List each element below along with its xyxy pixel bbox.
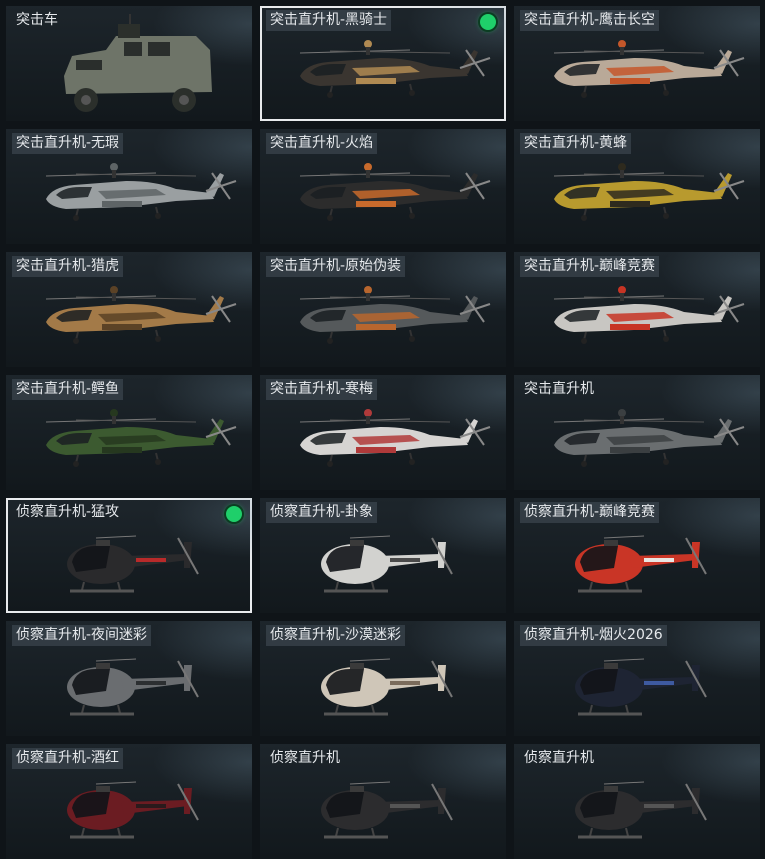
skin-tile[interactable]: 突击直升机-寒梅 (260, 375, 506, 490)
skin-name-label: 突击直升机-无瑕 (12, 133, 124, 154)
skin-tile[interactable]: 突击直升机-火焰 (260, 129, 506, 244)
skin-tile[interactable]: 侦察直升机-沙漠迷彩 (260, 621, 506, 736)
skin-name-label: 侦察直升机-巅峰竞赛 (520, 502, 660, 523)
skin-tile[interactable]: 侦察直升机-夜间迷彩 (6, 621, 252, 736)
skin-name-label: 突击直升机-黄蜂 (520, 133, 632, 154)
equipped-indicator-icon (226, 506, 242, 522)
skin-name-label: 侦察直升机-卦象 (266, 502, 378, 523)
skin-tile[interactable]: 侦察直升机-巅峰竞赛 (514, 498, 760, 613)
skin-tile[interactable]: 突击直升机-无瑕 (6, 129, 252, 244)
equipped-indicator-icon (480, 14, 496, 30)
skin-tile[interactable]: 突击直升机-巅峰竞赛 (514, 252, 760, 367)
skin-name-label: 侦察直升机-沙漠迷彩 (266, 625, 406, 646)
vehicle-skin-grid: 突击车 突击直升机-黑骑士 突击直升机-鹰击长空 突击直升机-无瑕 突击直升机-… (6, 6, 760, 859)
skin-tile[interactable]: 突击直升机-黄蜂 (514, 129, 760, 244)
skin-tile[interactable]: 突击直升机-鹰击长空 (514, 6, 760, 121)
skin-name-label: 突击直升机-寒梅 (266, 379, 378, 400)
skin-name-label: 突击直升机-原始伪装 (266, 256, 406, 277)
skin-name-label: 突击直升机-鹰击长空 (520, 10, 660, 31)
skin-tile[interactable]: 侦察直升机-卦象 (260, 498, 506, 613)
skin-name-label: 突击直升机-鳄鱼 (12, 379, 124, 400)
skin-tile[interactable]: 突击直升机-原始伪装 (260, 252, 506, 367)
skin-tile[interactable]: 侦察直升机 (514, 744, 760, 859)
skin-tile[interactable]: 突击直升机 (514, 375, 760, 490)
skin-name-label: 侦察直升机 (270, 750, 340, 766)
skin-tile[interactable]: 突击直升机-猎虎 (6, 252, 252, 367)
skin-name-label: 突击直升机-猎虎 (12, 256, 124, 277)
skin-name-label: 侦察直升机 (524, 750, 594, 766)
skin-name-label: 侦察直升机-酒红 (12, 748, 124, 769)
skin-tile[interactable]: 突击车 (6, 6, 252, 121)
skin-tile[interactable]: 侦察直升机-猛攻 (6, 498, 252, 613)
skin-name-label: 侦察直升机-夜间迷彩 (12, 625, 152, 646)
skin-tile[interactable]: 侦察直升机-烟火2026 (514, 621, 760, 736)
skin-tile[interactable]: 侦察直升机 (260, 744, 506, 859)
skin-tile[interactable]: 突击直升机-黑骑士 (260, 6, 506, 121)
skin-tile[interactable]: 突击直升机-鳄鱼 (6, 375, 252, 490)
skin-name-label: 侦察直升机-烟火2026 (520, 625, 667, 646)
skin-name-label: 突击直升机-火焰 (266, 133, 378, 154)
skin-name-label: 突击直升机-黑骑士 (266, 10, 392, 31)
skin-name-label: 突击车 (16, 12, 58, 28)
skin-tile[interactable]: 侦察直升机-酒红 (6, 744, 252, 859)
skin-name-label: 侦察直升机-猛攻 (16, 504, 120, 520)
skin-name-label: 突击直升机-巅峰竞赛 (520, 256, 660, 277)
skin-name-label: 突击直升机 (524, 381, 594, 397)
